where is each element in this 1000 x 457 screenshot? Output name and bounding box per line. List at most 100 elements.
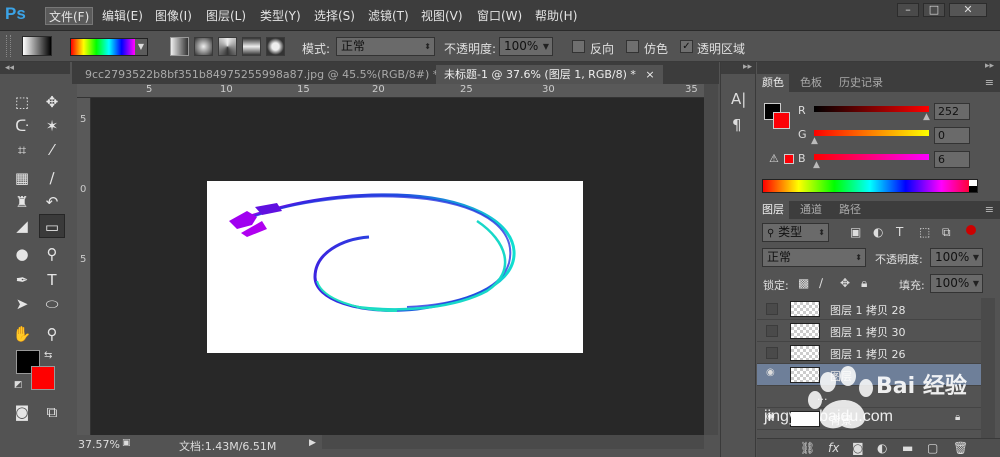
reverse-checkbox[interactable] bbox=[572, 40, 585, 53]
background-color-chip[interactable] bbox=[773, 112, 790, 129]
menu-type[interactable]: 类型(Y) bbox=[257, 7, 304, 25]
horizontal-scrollbar[interactable] bbox=[322, 435, 704, 449]
r-slider-handle-icon[interactable]: ▲ bbox=[923, 112, 930, 122]
mode-select[interactable]: 正常 ⬍ bbox=[336, 37, 435, 56]
gradient-tool-icon[interactable]: ▭ bbox=[39, 214, 65, 238]
pen-tool-icon[interactable]: ✒ bbox=[9, 268, 35, 292]
type-filter-icon[interactable]: T bbox=[896, 225, 903, 239]
menu-filter[interactable]: 滤镜(T) bbox=[365, 7, 412, 25]
swap-colors-icon[interactable]: ⇆ bbox=[44, 350, 52, 361]
menu-file[interactable]: 文件(F) bbox=[45, 7, 94, 25]
color-spectrum-bar[interactable] bbox=[762, 179, 978, 193]
panel-menu-icon[interactable]: ≡ bbox=[985, 203, 994, 216]
lock-position-icon[interactable]: ✥ bbox=[840, 276, 850, 290]
close-button[interactable]: ✕ bbox=[949, 3, 987, 17]
black-swatch[interactable] bbox=[969, 186, 977, 192]
smart-object-filter-icon[interactable]: ⧉ bbox=[942, 225, 951, 240]
blend-mode-select[interactable]: 正常 ⬍ bbox=[762, 248, 866, 267]
gamut-color-chip[interactable] bbox=[784, 154, 794, 164]
b-value-field[interactable]: 6 bbox=[934, 151, 970, 168]
layer-opacity-field[interactable]: 100% ▼ bbox=[930, 248, 983, 267]
zoom-level[interactable]: 37.57% bbox=[78, 438, 120, 451]
expand-panels-icon[interactable]: ▸▸ bbox=[721, 62, 755, 74]
maximize-button[interactable]: □ bbox=[923, 3, 945, 17]
menu-window[interactable]: 窗口(W) bbox=[474, 7, 525, 25]
visibility-toggle[interactable] bbox=[766, 347, 778, 359]
menu-select[interactable]: 选择(S) bbox=[311, 7, 358, 25]
tab-history[interactable]: 历史记录 bbox=[834, 74, 888, 92]
magic-wand-tool-icon[interactable]: ✶ bbox=[39, 114, 65, 138]
radial-gradient-button[interactable] bbox=[194, 37, 213, 56]
history-brush-tool-icon[interactable]: ↶ bbox=[39, 190, 65, 214]
document-canvas[interactable] bbox=[207, 181, 583, 353]
g-value-field[interactable]: 0 bbox=[934, 127, 970, 144]
tool-preset-picker[interactable] bbox=[22, 36, 52, 56]
screen-mode-icon[interactable]: ⧉ bbox=[39, 400, 65, 424]
hand-tool-icon[interactable]: ✋ bbox=[9, 322, 35, 346]
pixel-filter-icon[interactable]: ▣ bbox=[850, 225, 861, 239]
collapse-toolbar-icon[interactable]: ◂◂ bbox=[0, 62, 70, 74]
visibility-toggle[interactable] bbox=[766, 303, 778, 315]
brush-tool-icon[interactable]: ∕ bbox=[39, 166, 65, 190]
reflected-gradient-button[interactable] bbox=[242, 37, 261, 56]
lock-transparent-icon[interactable]: ▩ bbox=[798, 276, 809, 290]
menu-view[interactable]: 视图(V) bbox=[418, 7, 466, 25]
lasso-tool-icon[interactable]: ᑢ bbox=[9, 114, 35, 138]
status-menu-arrow-icon[interactable]: ▶ bbox=[309, 438, 316, 448]
ellipse-tool-icon[interactable]: ⬭ bbox=[39, 292, 65, 316]
options-grip-icon[interactable] bbox=[6, 35, 11, 57]
layer-filter-select[interactable]: ⚲ 类型 ⬍ bbox=[762, 223, 829, 242]
crop-tool-icon[interactable]: ⌗ bbox=[9, 138, 35, 162]
fill-field[interactable]: 100% ▼ bbox=[930, 274, 983, 293]
background-color-swatch[interactable] bbox=[31, 366, 55, 390]
character-panel-icon[interactable]: A| bbox=[731, 90, 746, 108]
tab-swatches[interactable]: 色板 bbox=[795, 74, 827, 92]
visibility-toggle[interactable] bbox=[766, 325, 778, 337]
collapse-panels-icon[interactable]: ▸▸ bbox=[985, 61, 994, 71]
tab-color[interactable]: 颜色 bbox=[757, 74, 789, 92]
lock-all-icon[interactable]: 🔒︎ bbox=[861, 276, 867, 291]
dither-checkbox[interactable] bbox=[626, 40, 639, 53]
close-icon[interactable]: × bbox=[645, 68, 654, 81]
tab-document-2[interactable]: 未标题-1 @ 37.6% (图层 1, RGB/8) * × bbox=[436, 65, 663, 84]
gradient-picker[interactable]: ▼ bbox=[70, 38, 148, 56]
default-colors-icon[interactable]: ◩ bbox=[14, 380, 23, 390]
tab-channels[interactable]: 通道 bbox=[795, 201, 827, 219]
marquee-tool-icon[interactable]: ⬚ bbox=[9, 90, 35, 114]
opacity-field[interactable]: 100% ▼ bbox=[499, 37, 553, 56]
transparency-checkbox[interactable]: ✓ bbox=[680, 40, 693, 53]
panel-menu-icon[interactable]: ≡ bbox=[985, 76, 994, 89]
clone-stamp-tool-icon[interactable]: ♜ bbox=[9, 190, 35, 214]
shape-filter-icon[interactable]: ⬚ bbox=[919, 225, 930, 239]
minimize-button[interactable]: – bbox=[897, 3, 919, 17]
path-selection-tool-icon[interactable]: ➤ bbox=[9, 292, 35, 316]
tab-document-1[interactable]: 9cc2793522b8bf351b84975255998a87.jpg @ 4… bbox=[77, 65, 465, 84]
gamut-warning-icon[interactable]: ⚠ bbox=[769, 152, 779, 165]
dodge-tool-icon[interactable]: ⚲ bbox=[39, 242, 65, 266]
zoom-tool-icon[interactable]: ⚲ bbox=[39, 322, 65, 346]
diamond-gradient-button[interactable] bbox=[266, 37, 285, 56]
r-value-field[interactable]: 252 bbox=[934, 103, 970, 120]
menu-layer[interactable]: 图层(L) bbox=[203, 7, 249, 25]
type-tool-icon[interactable]: T bbox=[39, 268, 65, 292]
filter-toggle-icon[interactable] bbox=[966, 225, 976, 235]
eraser-tool-icon[interactable]: ◢ bbox=[9, 214, 35, 238]
menu-edit[interactable]: 编辑(E) bbox=[99, 7, 146, 25]
b-slider-handle-icon[interactable]: ▲ bbox=[813, 160, 820, 170]
vertical-scrollbar[interactable] bbox=[704, 84, 718, 435]
quick-mask-icon[interactable]: ◙ bbox=[9, 400, 35, 424]
layer-row[interactable]: 图层 1 拷贝 30 bbox=[757, 320, 981, 342]
tab-paths[interactable]: 路径 bbox=[834, 201, 866, 219]
r-slider[interactable] bbox=[814, 106, 929, 112]
g-slider[interactable] bbox=[814, 130, 929, 136]
menu-help[interactable]: 帮助(H) bbox=[532, 7, 580, 25]
lock-pixels-icon[interactable]: ∕ bbox=[819, 276, 823, 290]
eyedropper-tool-icon[interactable]: ⁄ bbox=[39, 138, 65, 162]
adjustment-filter-icon[interactable]: ◐ bbox=[873, 225, 883, 239]
g-slider-handle-icon[interactable]: ▲ bbox=[811, 136, 818, 146]
blur-tool-icon[interactable]: ● bbox=[9, 242, 35, 266]
layer-row[interactable]: 图层 1 拷贝 28 bbox=[757, 298, 981, 320]
move-tool-icon[interactable]: ✥ bbox=[39, 90, 65, 114]
menu-image[interactable]: 图像(I) bbox=[152, 7, 195, 25]
angle-gradient-button[interactable] bbox=[218, 37, 237, 56]
